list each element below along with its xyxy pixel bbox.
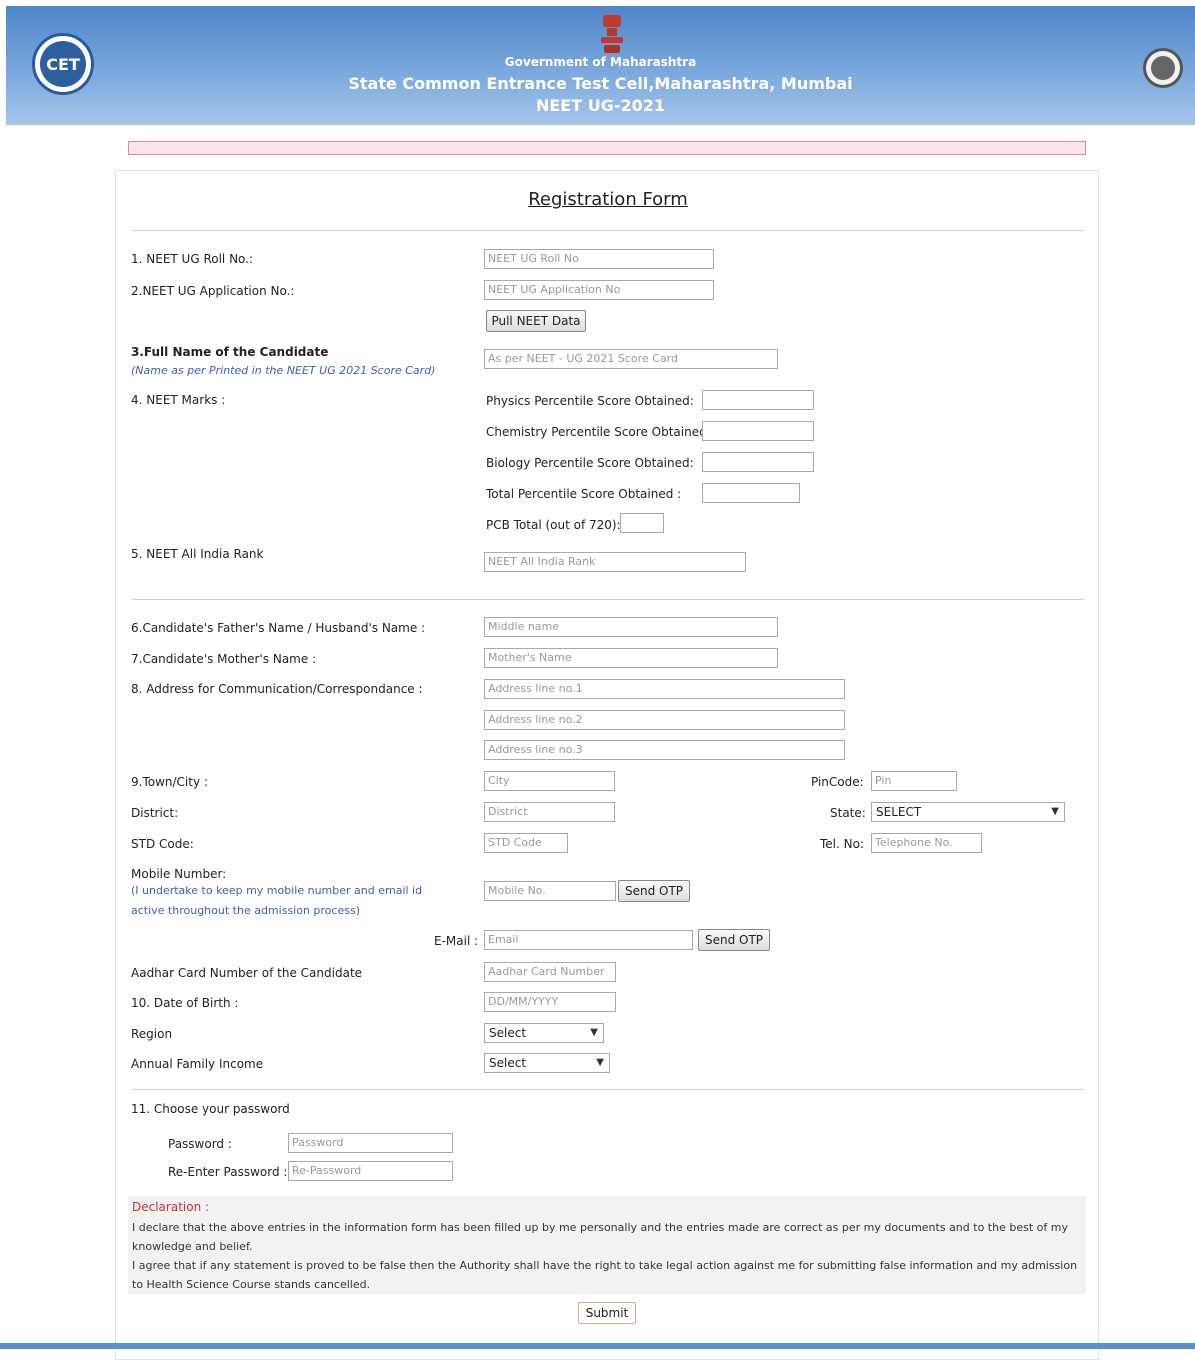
- address-line2-input[interactable]: Address line no.2: [484, 710, 845, 730]
- password-label: Password :: [168, 1137, 232, 1151]
- declaration-text: I declare that the above entries in the …: [132, 1218, 1082, 1294]
- send-otp-email-button[interactable]: Send OTP: [698, 929, 770, 951]
- address-line1-input[interactable]: Address line no.1: [484, 679, 845, 699]
- biology-label: Biology Percentile Score Obtained:: [486, 456, 694, 470]
- divider: [132, 599, 1084, 600]
- aadhar-label: Aadhar Card Number of the Candidate: [131, 966, 363, 980]
- roll-no-label: 1. NEET UG Roll No.:: [131, 252, 254, 266]
- roll-no-input[interactable]: NEET UG Roll No: [484, 249, 714, 269]
- rank-label: 5. NEET All India Rank: [131, 547, 264, 561]
- declaration-text-1: I declare that the above entries in the …: [132, 1221, 1068, 1253]
- chemistry-label: Chemistry Percentile Score Obtained:: [486, 425, 711, 439]
- full-name-label: 3.Full Name of the Candidate: [131, 345, 329, 359]
- city-input[interactable]: City: [484, 771, 615, 791]
- address-label: 8. Address for Communication/Corresponda…: [131, 682, 423, 696]
- mother-name-label: 7.Candidate's Mother's Name :: [131, 652, 317, 666]
- income-select[interactable]: Select ▼: [484, 1053, 610, 1073]
- std-code-label: STD Code:: [131, 837, 194, 851]
- aadhar-input[interactable]: Aadhar Card Number: [484, 962, 616, 982]
- chevron-down-icon: ▼: [590, 1027, 598, 1038]
- region-select[interactable]: Select ▼: [484, 1023, 604, 1043]
- dmer-logo: [1143, 48, 1183, 88]
- mobile-note: (I undertake to keep my mobile number an…: [131, 884, 423, 917]
- send-otp-mobile-button[interactable]: Send OTP: [618, 880, 690, 902]
- pcb-total-input[interactable]: [620, 513, 664, 533]
- application-no-input[interactable]: NEET UG Application No: [484, 280, 714, 300]
- tel-no-label: Tel. No:: [820, 837, 864, 851]
- footer-bar: [0, 1343, 1195, 1349]
- email-input[interactable]: Email: [484, 930, 693, 950]
- declaration-heading: Declaration :: [132, 1200, 210, 1214]
- national-emblem-icon: [601, 15, 623, 53]
- full-name-note: (Name as per Printed in the NEET UG 2021…: [131, 364, 436, 377]
- region-label: Region: [131, 1027, 173, 1041]
- mother-name-input[interactable]: Mother's Name: [484, 648, 778, 668]
- declaration-text-2: I agree that if any statement is proved …: [132, 1259, 1078, 1291]
- page-header: CET Government of Maharashtra State Comm…: [6, 6, 1195, 125]
- pincode-input[interactable]: Pin: [871, 771, 957, 791]
- chevron-down-icon: ▼: [1051, 806, 1059, 817]
- header-exam: NEET UG-2021: [535, 96, 666, 115]
- district-input[interactable]: District: [484, 802, 615, 822]
- state-select[interactable]: SELECT ▼: [871, 802, 1065, 822]
- chevron-down-icon: ▼: [596, 1057, 604, 1068]
- form-title: Registration Form: [528, 189, 688, 210]
- application-no-label: 2.NEET UG Application No.:: [131, 284, 295, 298]
- neet-marks-label: 4. NEET Marks :: [131, 393, 226, 407]
- full-name-input[interactable]: As per NEET - UG 2021 Score Card: [484, 349, 778, 369]
- std-code-input[interactable]: STD Code: [484, 833, 568, 853]
- address-line3-input[interactable]: Address line no.3: [484, 740, 845, 760]
- chemistry-input[interactable]: [702, 421, 814, 441]
- dmer-logo-icon: [1151, 56, 1175, 80]
- biology-input[interactable]: [702, 452, 814, 472]
- tel-no-input[interactable]: Telephone No.: [871, 833, 982, 853]
- submit-button[interactable]: Submit: [578, 1302, 636, 1324]
- divider: [132, 230, 1084, 231]
- physics-label: Physics Percentile Score Obtained:: [486, 394, 694, 408]
- state-label: State:: [830, 806, 866, 820]
- state-select-value: SELECT: [876, 805, 922, 819]
- mobile-label: Mobile Number:: [131, 867, 227, 881]
- region-select-value: Select: [489, 1026, 527, 1040]
- repassword-input[interactable]: Re-Password: [288, 1161, 453, 1181]
- pcb-total-label: PCB Total (out of 720):: [486, 518, 621, 532]
- pincode-label: PinCode:: [811, 775, 864, 789]
- father-name-input[interactable]: Middle name: [484, 617, 778, 637]
- declaration-box: Declaration : I declare that the above e…: [128, 1196, 1086, 1294]
- district-label: District:: [131, 806, 179, 820]
- physics-input[interactable]: [702, 390, 814, 410]
- header-organization: State Common Entrance Test Cell,Maharash…: [348, 74, 853, 93]
- father-name-label: 6.Candidate's Father's Name / Husband's …: [131, 621, 426, 635]
- city-label: 9.Town/City :: [131, 775, 208, 789]
- income-label: Annual Family Income: [131, 1057, 264, 1071]
- password-section-label: 11. Choose your password: [131, 1102, 290, 1116]
- error-alert-bar: [128, 141, 1086, 155]
- rank-input[interactable]: NEET All India Rank: [484, 552, 746, 572]
- income-select-value: Select: [489, 1056, 527, 1070]
- mobile-input[interactable]: Mobile No.: [484, 881, 616, 901]
- dob-label: 10. Date of Birth :: [131, 996, 239, 1010]
- dob-input[interactable]: DD/MM/YYYY: [484, 992, 616, 1012]
- repassword-label: Re-Enter Password :: [168, 1165, 288, 1179]
- header-government: Government of Maharashtra: [504, 55, 697, 69]
- total-percentile-label: Total Percentile Score Obtained :: [486, 487, 682, 501]
- pull-neet-data-button[interactable]: Pull NEET Data: [486, 310, 586, 332]
- divider: [132, 1089, 1084, 1090]
- total-percentile-input[interactable]: [702, 483, 800, 503]
- password-input[interactable]: Password: [288, 1133, 453, 1153]
- email-label: E-Mail :: [434, 934, 479, 948]
